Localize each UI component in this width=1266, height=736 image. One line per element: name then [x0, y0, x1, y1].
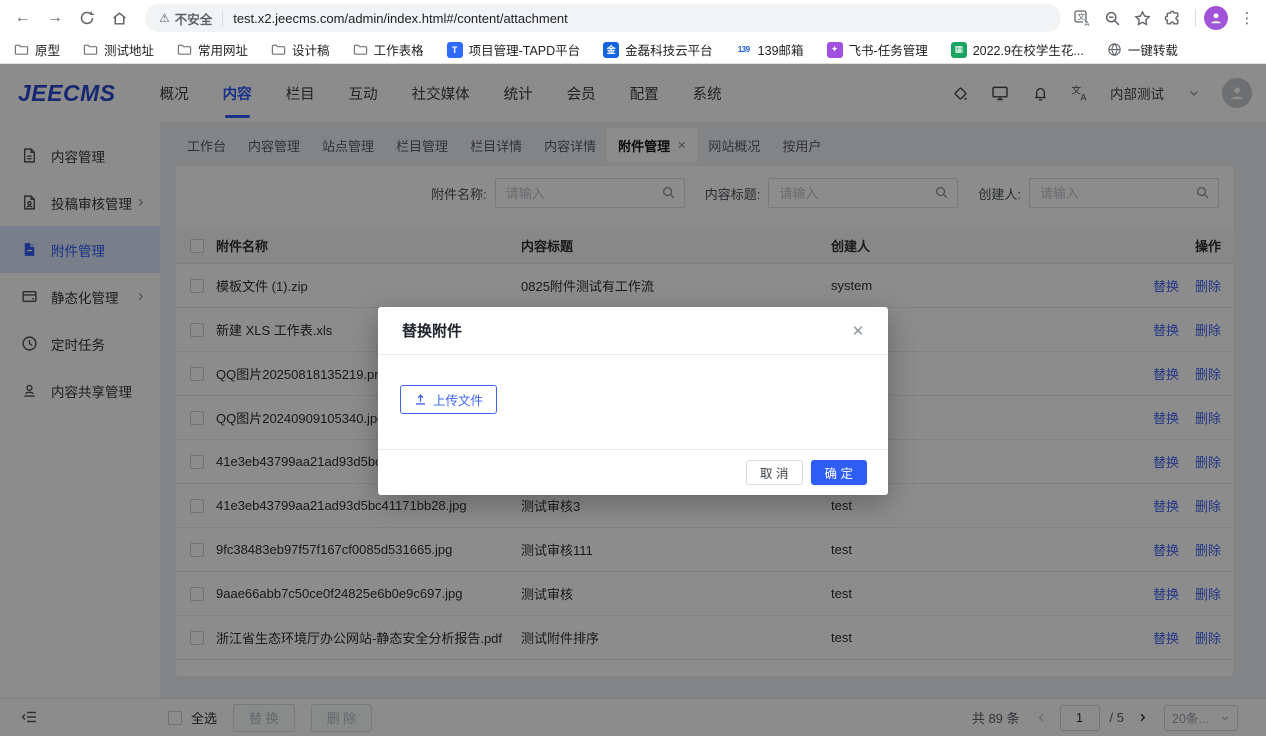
folder-icon — [177, 42, 192, 57]
bookmark-site[interactable]: 金 金磊科技云平台 — [603, 40, 713, 59]
back-icon[interactable]: ← — [12, 7, 33, 29]
browser-chrome: ← → ⚠ 不安全 test.x2.jeecms.com/admin/index… — [0, 0, 1266, 64]
security-label[interactable]: 不安全 — [175, 9, 213, 28]
folder-icon — [83, 42, 98, 57]
bookmark-site[interactable]: ▦ 2022.9在校学生花... — [951, 40, 1084, 59]
security-warning-icon: ⚠ — [159, 11, 170, 25]
bookmark-site[interactable]: 139 139邮箱 — [736, 40, 804, 59]
dialog-footer: 取 消 确 定 — [378, 449, 888, 494]
folder-icon — [271, 42, 286, 57]
bookmarks-bar: 原型 测试地址 常用网址 设计稿 工作表格 T 项目管理-TAPD平台 — [0, 36, 1266, 63]
replace-attachment-dialog: 替换附件 ✕ 上传文件 取 消 确 定 — [378, 307, 888, 495]
url-bar[interactable]: ⚠ 不安全 test.x2.jeecms.com/admin/index.htm… — [145, 4, 1061, 32]
bookmark-folder[interactable]: 原型 — [14, 40, 60, 59]
upload-file-button[interactable]: 上传文件 — [400, 385, 497, 414]
cancel-button[interactable]: 取 消 — [746, 460, 802, 485]
bookmark-site[interactable]: T 项目管理-TAPD平台 — [447, 40, 581, 59]
browser-actions: 文A ⋮ — [1071, 6, 1266, 30]
site-favicon: 金 — [603, 42, 619, 58]
bookmark-folder[interactable]: 工作表格 — [353, 40, 424, 59]
bookmark-site[interactable]: ✦ 飞书-任务管理 — [827, 40, 928, 59]
browser-toolbar: ← → ⚠ 不安全 test.x2.jeecms.com/admin/index… — [0, 0, 1266, 36]
url-text[interactable]: test.x2.jeecms.com/admin/index.html#/con… — [233, 11, 568, 26]
upload-icon — [414, 393, 427, 406]
dialog-title: 替换附件 — [402, 320, 462, 341]
bookmark-folder[interactable]: 设计稿 — [271, 40, 330, 59]
bookmark-star-icon[interactable] — [1131, 7, 1153, 29]
site-favicon: ✦ — [827, 42, 843, 58]
globe-icon — [1107, 42, 1122, 57]
screen: ← → ⚠ 不安全 test.x2.jeecms.com/admin/index… — [0, 0, 1266, 736]
reload-icon[interactable] — [76, 7, 97, 29]
site-favicon: ▦ — [951, 42, 967, 58]
dialog-header: 替换附件 ✕ — [378, 307, 888, 355]
bookmark-site[interactable]: 一键转载 — [1107, 40, 1178, 59]
folder-icon — [353, 42, 368, 57]
site-favicon: T — [447, 42, 463, 58]
confirm-button[interactable]: 确 定 — [811, 460, 867, 485]
dialog-body: 上传文件 — [378, 355, 888, 449]
close-icon[interactable]: ✕ — [848, 321, 868, 341]
home-icon[interactable] — [109, 7, 130, 29]
bookmark-folder[interactable]: 常用网址 — [177, 40, 248, 59]
translate-page-icon[interactable]: 文A — [1071, 7, 1093, 29]
extensions-icon[interactable] — [1161, 7, 1183, 29]
browser-profile-avatar[interactable] — [1204, 6, 1228, 30]
bookmark-folder[interactable]: 测试地址 — [83, 40, 154, 59]
zoom-out-icon[interactable] — [1101, 7, 1123, 29]
url-divider — [222, 11, 223, 26]
folder-icon — [14, 42, 29, 57]
site-favicon: 139 — [736, 42, 752, 58]
svg-text:A: A — [1084, 19, 1089, 27]
browser-menu-icon[interactable]: ⋮ — [1236, 7, 1258, 29]
toolbar-divider — [1195, 9, 1196, 27]
forward-icon[interactable]: → — [44, 7, 65, 29]
